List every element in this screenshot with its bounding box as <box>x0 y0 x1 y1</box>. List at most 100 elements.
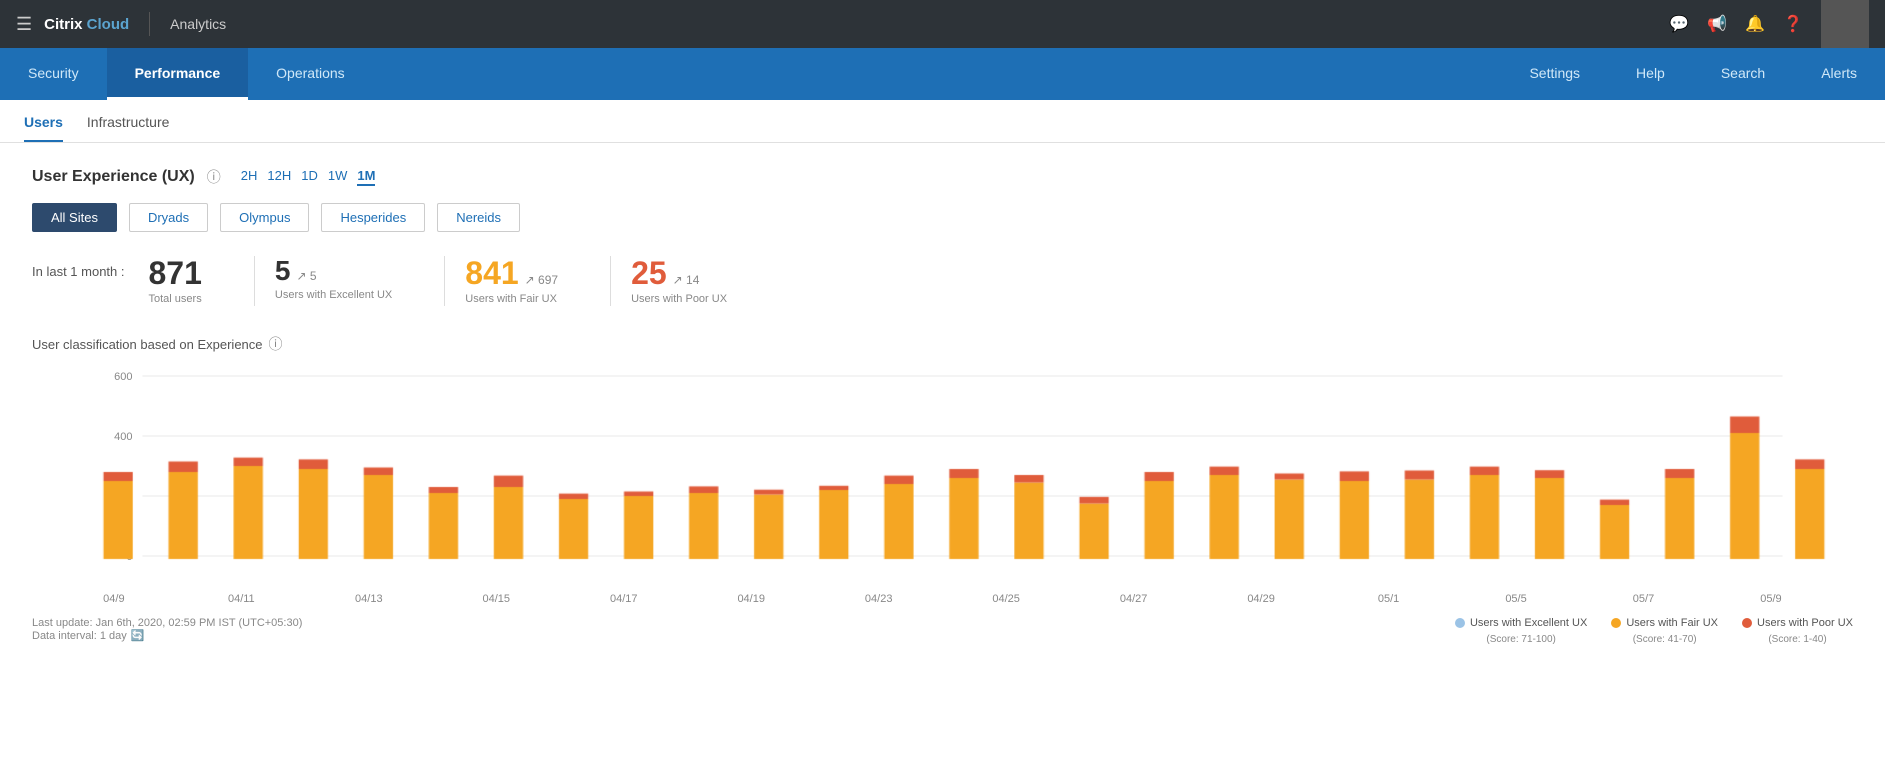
x-label <box>1165 593 1229 605</box>
nav-item-performance[interactable]: Performance <box>107 48 249 100</box>
excellent-ux-change: ↗ 5 <box>296 269 316 283</box>
chart-info-icon[interactable]: ⓘ <box>269 334 283 354</box>
time-filter-12h[interactable]: 12H <box>267 168 291 186</box>
legend: Users with Excellent UX (Score: 71-100) … <box>1455 617 1853 645</box>
x-label: 04/25 <box>974 593 1038 605</box>
user-avatar[interactable] <box>1821 0 1869 48</box>
x-label: 05/9 <box>1739 593 1803 605</box>
ux-info-icon[interactable]: ⓘ <box>207 167 221 187</box>
x-label: 04/9 <box>82 593 146 605</box>
ux-title: User Experience (UX) <box>32 168 195 186</box>
hamburger-icon[interactable]: ☰ <box>16 14 32 35</box>
legend-poor-dot <box>1742 618 1752 628</box>
x-label: 04/17 <box>592 593 656 605</box>
help-icon[interactable]: ❓ <box>1783 14 1803 34</box>
ux-header: User Experience (UX) ⓘ 2H 12H 1D 1W 1M <box>32 167 1853 187</box>
x-label: 04/27 <box>1102 593 1166 605</box>
chart-footer-left: Last update: Jan 6th, 2020, 02:59 PM IST… <box>32 617 302 642</box>
notification-icon[interactable]: 🔔 <box>1745 14 1765 34</box>
x-label <box>656 593 720 605</box>
site-btn-olympus[interactable]: Olympus <box>220 203 309 232</box>
x-label: 04/13 <box>337 593 401 605</box>
brand-divider <box>149 12 150 36</box>
site-btn-allsites[interactable]: All Sites <box>32 203 117 232</box>
x-label: 05/7 <box>1612 593 1676 605</box>
nav-item-security[interactable]: Security <box>0 48 107 100</box>
time-filter-1w[interactable]: 1W <box>328 168 348 186</box>
time-filter-1d[interactable]: 1D <box>301 168 318 186</box>
stats-period-label: In last 1 month : <box>32 256 125 279</box>
sub-tabs: Users Infrastructure <box>0 100 1885 143</box>
tab-users[interactable]: Users <box>24 114 63 142</box>
top-bar: ☰ Citrix Cloud Analytics 💬 📢 🔔 ❓ <box>0 0 1885 48</box>
nav-item-alerts[interactable]: Alerts <box>1793 48 1885 100</box>
fair-ux-change: ↗ 697 <box>525 273 558 287</box>
refresh-icon[interactable]: 🔄 <box>131 629 145 642</box>
site-btn-hesperides[interactable]: Hesperides <box>321 203 425 232</box>
x-axis-labels: 04/904/1104/1304/1504/1704/1904/2304/250… <box>32 589 1853 605</box>
nav-item-settings[interactable]: Settings <box>1501 48 1608 100</box>
site-btn-nereids[interactable]: Nereids <box>437 203 520 232</box>
excellent-ux-label: Users with Excellent UX <box>275 289 392 301</box>
x-label <box>1420 593 1484 605</box>
legend-fair-dot <box>1611 618 1621 628</box>
stat-poor-ux: 25 ↗ 14 Users with Poor UX <box>631 256 727 305</box>
poor-ux-value: 25 <box>631 256 667 291</box>
stat-divider-1 <box>254 256 255 306</box>
site-buttons: All Sites Dryads Olympus Hesperides Nere… <box>32 203 1853 232</box>
top-bar-left: ☰ Citrix Cloud Analytics <box>16 12 226 36</box>
chart-section: User classification based on Experience … <box>32 334 1853 645</box>
brand: Citrix Cloud <box>44 16 129 33</box>
total-users-label: Total users <box>149 293 202 305</box>
excellent-ux-value: 5 <box>275 256 291 287</box>
x-label <box>401 593 465 605</box>
fair-ux-value: 841 <box>465 256 518 291</box>
legend-excellent-label: Users with Excellent UX <box>1470 617 1587 629</box>
last-update-text: Last update: Jan 6th, 2020, 02:59 PM IST… <box>32 617 302 629</box>
x-label <box>783 593 847 605</box>
bar-chart: 600 400 200 0 <box>32 366 1853 589</box>
x-label <box>1548 593 1612 605</box>
nav-bar: Security Performance Operations Settings… <box>0 48 1885 100</box>
chat-icon[interactable]: 💬 <box>1669 14 1689 34</box>
x-label <box>273 593 337 605</box>
data-interval-row: Data interval: 1 day 🔄 <box>32 629 302 642</box>
legend-fair: Users with Fair UX (Score: 41-70) <box>1611 617 1718 645</box>
x-label <box>911 593 975 605</box>
x-label: 05/5 <box>1484 593 1548 605</box>
site-btn-dryads[interactable]: Dryads <box>129 203 208 232</box>
nav-right: Settings Help Search Alerts <box>1501 48 1885 100</box>
x-label: 04/23 <box>847 593 911 605</box>
app-title: Analytics <box>170 16 226 32</box>
legend-excellent-dot <box>1455 618 1465 628</box>
nav-item-operations[interactable]: Operations <box>248 48 372 100</box>
time-filter-1m[interactable]: 1M <box>357 168 375 186</box>
x-label <box>528 593 592 605</box>
stat-excellent-ux: 5 ↗ 5 Users with Excellent UX <box>275 256 392 301</box>
nav-item-search[interactable]: Search <box>1693 48 1793 100</box>
stat-total-users: 871 Total users <box>149 256 202 305</box>
legend-fair-score: (Score: 41-70) <box>1633 634 1697 645</box>
announce-icon[interactable]: 📢 <box>1707 14 1727 34</box>
poor-ux-change: ↗ 14 <box>673 273 700 287</box>
main-content: User Experience (UX) ⓘ 2H 12H 1D 1W 1M A… <box>0 143 1885 669</box>
stats-row: In last 1 month : 871 Total users 5 ↗ 5 … <box>32 256 1853 306</box>
top-bar-right: 💬 📢 🔔 ❓ <box>1669 0 1869 48</box>
tab-infrastructure[interactable]: Infrastructure <box>87 114 169 142</box>
nav-item-help[interactable]: Help <box>1608 48 1693 100</box>
legend-excellent-score: (Score: 71-100) <box>1486 634 1555 645</box>
fair-ux-label: Users with Fair UX <box>465 293 558 305</box>
legend-poor: Users with Poor UX (Score: 1-40) <box>1742 617 1853 645</box>
total-users-value: 871 <box>149 256 202 291</box>
x-label: 04/11 <box>209 593 273 605</box>
legend-fair-label: Users with Fair UX <box>1626 617 1718 629</box>
data-interval-text: Data interval: 1 day <box>32 630 127 642</box>
x-label: 04/29 <box>1229 593 1293 605</box>
x-label: 05/1 <box>1357 593 1421 605</box>
legend-poor-label: Users with Poor UX <box>1757 617 1853 629</box>
brand-logo: Citrix Cloud <box>44 16 129 33</box>
time-filter-2h[interactable]: 2H <box>241 168 258 186</box>
time-filters: 2H 12H 1D 1W 1M <box>241 168 376 186</box>
legend-excellent: Users with Excellent UX (Score: 71-100) <box>1455 617 1587 645</box>
x-label <box>1675 593 1739 605</box>
